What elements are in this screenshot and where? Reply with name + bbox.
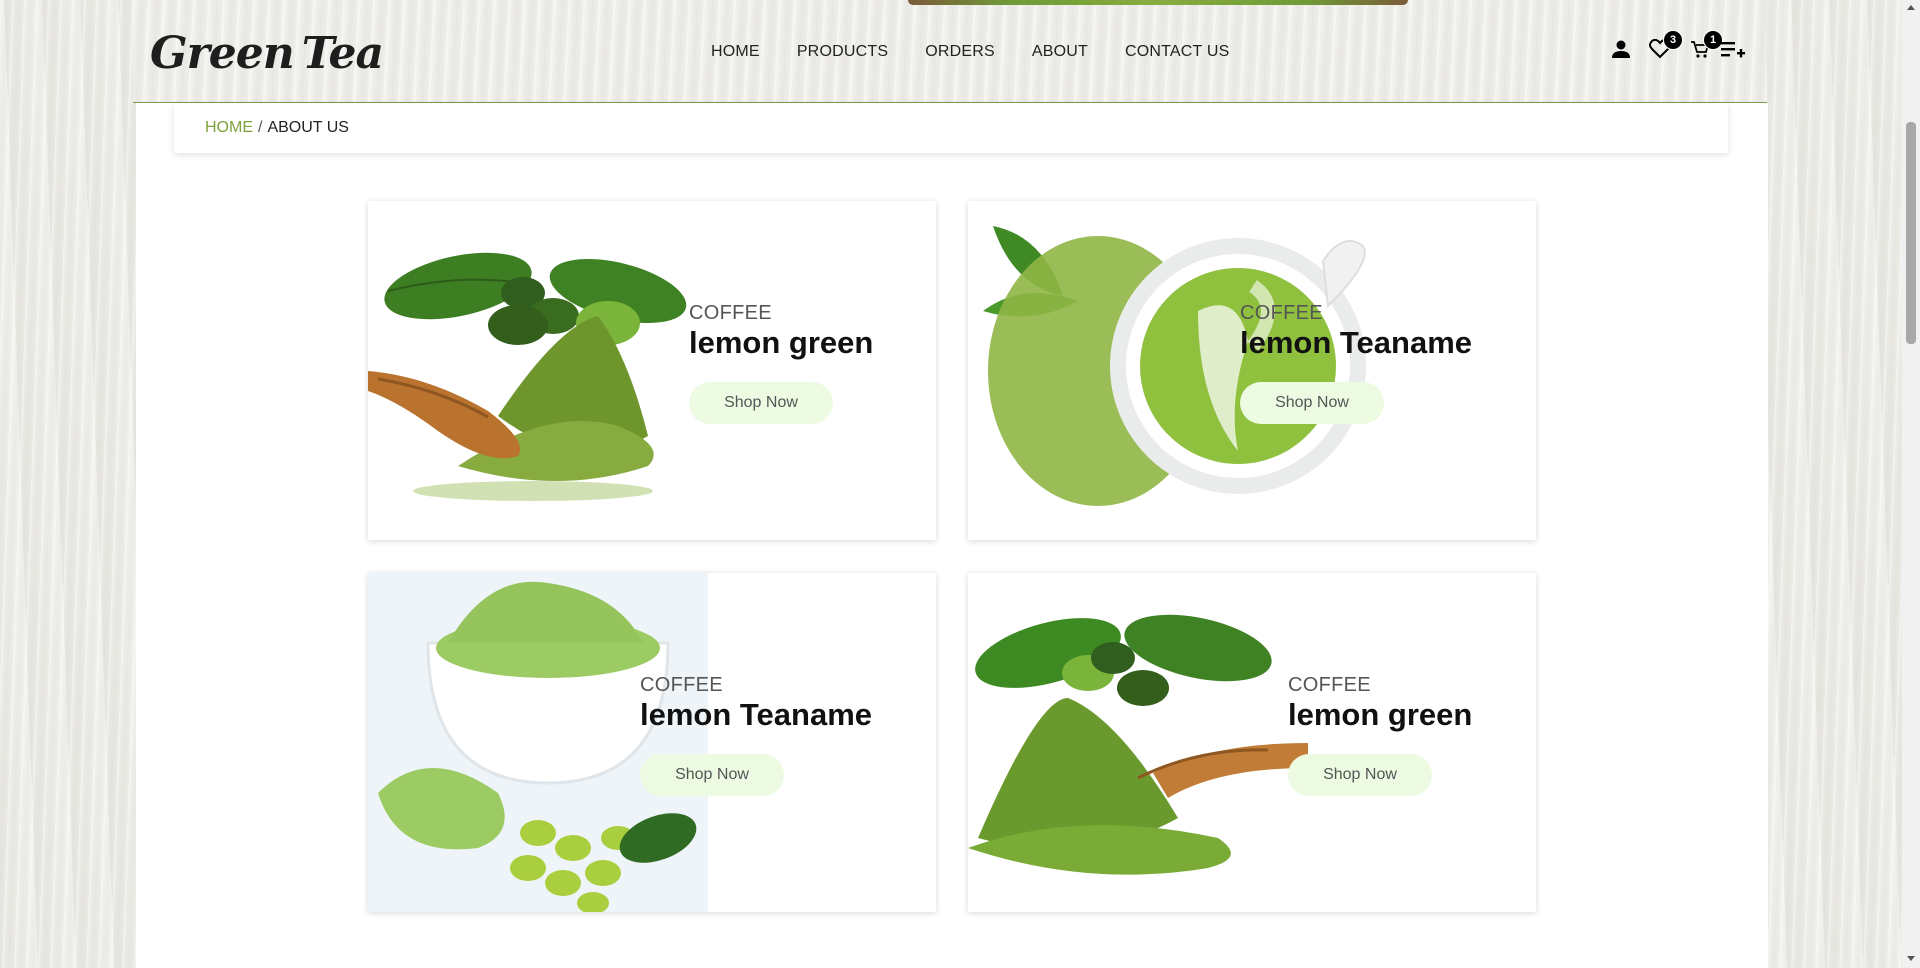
card-text: COFFEE lemon Teaname Shop Now [1240, 302, 1472, 424]
card-category: COFFEE [689, 302, 772, 324]
card-category: COFFEE [640, 674, 723, 696]
wishlist-button[interactable]: 3 [1647, 30, 1683, 64]
user-icon[interactable] [1608, 34, 1634, 64]
vertical-scrollbar[interactable] [1902, 0, 1920, 968]
product-image [368, 252, 687, 501]
nav-contact-us[interactable]: CONTACT US [1125, 40, 1230, 64]
nav-home[interactable]: HOME [711, 40, 760, 64]
cart-button[interactable]: 1 [1687, 30, 1723, 64]
nav-products[interactable]: PRODUCTS [797, 40, 888, 64]
card-title: lemon green [689, 325, 874, 360]
nav-orders[interactable]: ORDERS [925, 40, 995, 64]
shop-now-button[interactable]: Shop Now [640, 754, 784, 796]
card-text: COFFEE lemon green Shop Now [1288, 674, 1472, 796]
scroll-up-arrow[interactable] [1907, 5, 1915, 10]
nav-about[interactable]: ABOUT [1032, 40, 1088, 64]
product-card[interactable]: COFFEE lemon Teaname Shop Now [968, 201, 1536, 540]
card-title: lemon Teaname [640, 697, 873, 732]
product-card[interactable]: COFFEE lemon green Shop Now [968, 573, 1536, 912]
card-title: lemon Teaname [1240, 325, 1473, 360]
card-category: COFFEE [1288, 674, 1371, 696]
header-actions: 3 1 [1596, 30, 1746, 68]
breadcrumb-home-link[interactable]: HOME [205, 119, 253, 137]
card-text: COFFEE lemon Teaname Shop Now [640, 674, 872, 796]
breadcrumb-current: ABOUT US [267, 119, 349, 136]
main-nav: HOME PRODUCTS ORDERS ABOUT CONTACT US [711, 40, 1230, 64]
card-title: lemon green [1288, 697, 1473, 732]
scrollbar-thumb[interactable] [1906, 122, 1916, 344]
playlist-add-icon[interactable] [1720, 34, 1746, 64]
scroll-down-arrow[interactable] [1907, 956, 1915, 961]
logo-word-green: Green [150, 27, 295, 79]
shop-now-button[interactable]: Shop Now [1240, 382, 1384, 424]
shop-now-button[interactable]: Shop Now [1288, 754, 1432, 796]
product-card[interactable]: COFFEE lemon green Shop Now [368, 201, 936, 540]
product-image [968, 614, 1308, 875]
product-card[interactable]: COFFEE lemon Teaname Shop Now [368, 573, 936, 912]
card-text: COFFEE lemon green Shop Now [689, 302, 873, 424]
breadcrumb: HOME / ABOUT US [174, 103, 1728, 153]
logo[interactable]: Green Tea [150, 20, 384, 86]
breadcrumb-separator: / [258, 119, 263, 136]
logo-word-tea: Tea [301, 27, 384, 79]
header-banner-strip [908, 0, 1408, 5]
wishlist-count-badge: 3 [1663, 30, 1683, 50]
shop-now-button[interactable]: Shop Now [689, 382, 833, 424]
card-category: COFFEE [1240, 302, 1323, 324]
